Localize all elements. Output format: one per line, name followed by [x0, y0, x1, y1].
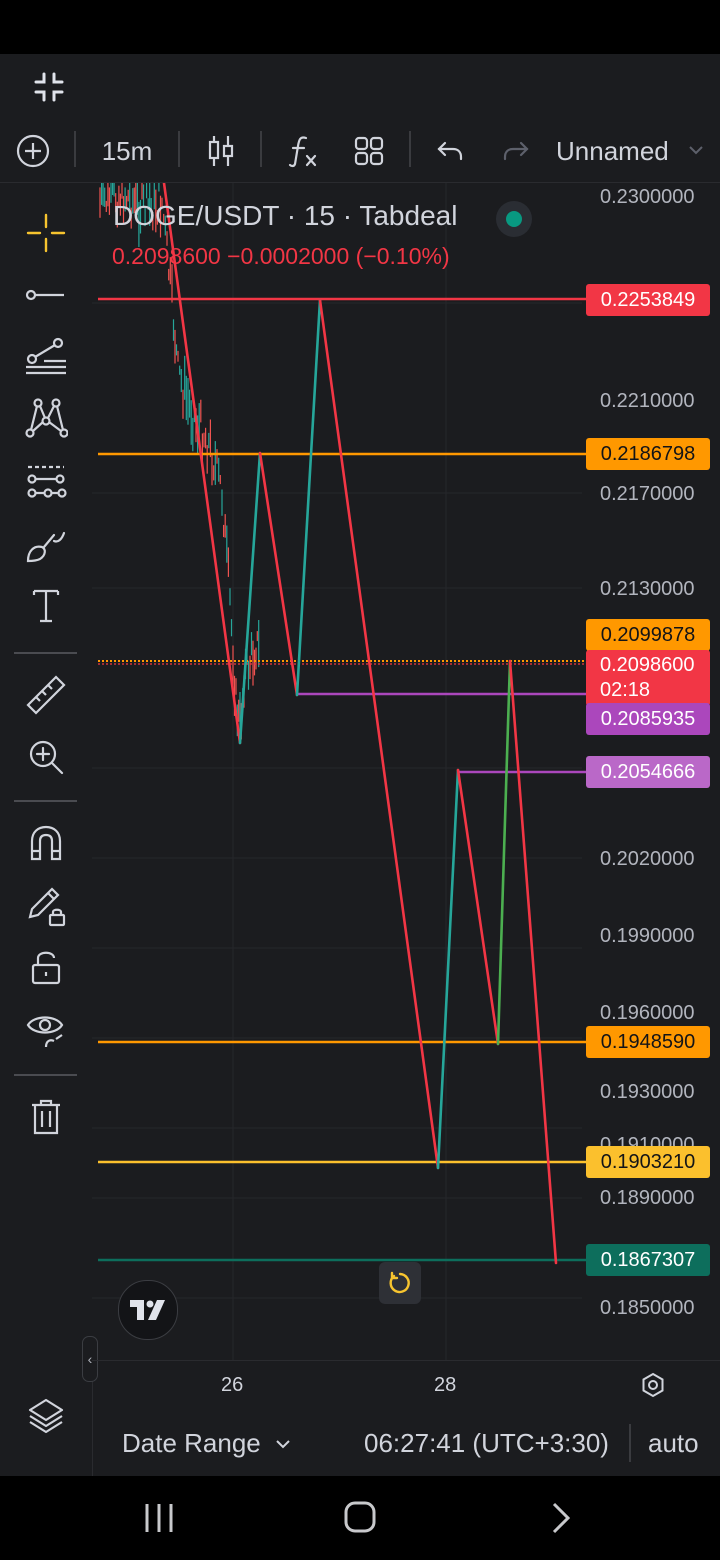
fib-retracement-icon[interactable] [18, 329, 74, 385]
date-range-label: Date Range [122, 1428, 261, 1458]
forecast-tool-icon[interactable] [18, 453, 74, 509]
y-tick: 0.2130000 [600, 578, 695, 600]
bottom-bar [0, 1412, 720, 1476]
toolbar-divider [178, 131, 180, 167]
y-tick: 0.2300000 [600, 186, 695, 208]
reset-chart-button[interactable] [379, 1262, 421, 1304]
unlock-icon[interactable] [18, 939, 74, 995]
undo-icon[interactable] [428, 120, 472, 182]
current-price-tag: 0.2098600 02:18 [586, 650, 710, 706]
y-tick: 0.1990000 [600, 925, 695, 947]
lock-drawings-icon[interactable] [18, 877, 74, 933]
back-icon[interactable] [550, 1502, 574, 1539]
status-dot-icon [506, 211, 522, 227]
bottom-divider [629, 1424, 631, 1462]
home-icon[interactable] [343, 1500, 377, 1539]
bar-countdown: 02:18 [600, 679, 651, 701]
chevron-down-icon [276, 1425, 290, 1455]
candles-icon[interactable] [196, 120, 246, 182]
ruler-icon[interactable] [18, 667, 74, 723]
add-symbol-icon[interactable] [12, 120, 54, 182]
toolbar-divider [74, 131, 76, 167]
toolbar-divider [14, 800, 77, 802]
y-tick: 0.1930000 [600, 1081, 695, 1103]
zigzag-drawing[interactable] [162, 183, 558, 1265]
y-tick: 0.2170000 [600, 483, 695, 505]
redo-icon[interactable] [494, 120, 538, 182]
trash-icon[interactable] [18, 1089, 74, 1145]
auto-scale-button[interactable]: auto [648, 1428, 699, 1459]
brush-icon[interactable] [18, 515, 74, 571]
interval-button[interactable]: 15m [90, 120, 164, 182]
visibility-icon[interactable] [18, 1001, 74, 1057]
price-tag-orange: 0.2186798 [586, 438, 710, 470]
recent-apps-icon[interactable] [143, 1502, 175, 1539]
magnet-icon[interactable] [18, 815, 74, 871]
trend-line-icon[interactable] [18, 267, 74, 323]
zoom-in-icon[interactable] [18, 729, 74, 785]
toolbar-divider [14, 1074, 77, 1076]
y-tick: 0.1890000 [600, 1187, 695, 1209]
status-bar [0, 0, 720, 54]
market-status-indicator[interactable] [496, 201, 532, 237]
y-tick: 0.2020000 [600, 848, 695, 870]
settings-gear-icon[interactable] [640, 1372, 666, 1403]
fullscreen-row [0, 54, 720, 120]
interval-label: 15m [101, 135, 153, 166]
timezone-clock[interactable]: 06:27:41 (UTC+3:30) [364, 1428, 609, 1459]
layout-name-button[interactable]: Unnamed [556, 120, 720, 182]
drawing-toolbar [0, 183, 93, 1476]
y-tick: 0.1850000 [600, 1297, 695, 1319]
templates-icon[interactable] [344, 120, 394, 182]
text-tool-icon[interactable] [18, 577, 74, 633]
price-tag-orange: 0.2099878 [586, 619, 710, 651]
symbol-legend[interactable]: DOGE/USDT · 15 · Tabdeal [113, 200, 457, 232]
price-change-legend: 0.2098600 −0.0002000 (−0.10%) [112, 243, 450, 269]
toolbar-divider [409, 131, 411, 167]
price-tag-purple: 0.2054666 [586, 756, 710, 788]
chevron-down-icon [689, 142, 703, 160]
y-tick: 0.2210000 [600, 390, 695, 412]
price-tag-red: 0.2253849 [586, 284, 710, 316]
toolbar-divider [14, 652, 77, 654]
price-tag-orange: 0.1948590 [586, 1026, 710, 1058]
pattern-tool-icon[interactable] [18, 391, 74, 447]
time-axis[interactable] [92, 1360, 720, 1411]
date-range-button[interactable]: Date Range [122, 1428, 290, 1459]
crosshair-icon[interactable] [18, 205, 74, 261]
x-tick: 28 [434, 1374, 457, 1396]
x-tick: 26 [221, 1374, 244, 1396]
layout-name-label: Unnamed [556, 135, 669, 166]
indicators-icon[interactable] [278, 120, 328, 182]
y-tick: 0.1960000 [600, 1002, 695, 1024]
price-tag-yellow: 0.1903210 [586, 1146, 710, 1178]
price-tag-green: 0.1867307 [586, 1244, 710, 1276]
price-tag-purple: 0.2085935 [586, 703, 710, 735]
toolbar-divider [260, 131, 262, 167]
current-price-value: 0.2098600 [600, 654, 695, 676]
tradingview-logo[interactable] [118, 1280, 178, 1340]
exit-fullscreen-icon[interactable] [34, 72, 64, 102]
system-nav-bar [0, 1476, 720, 1560]
top-toolbar: 15m Unnamed [0, 120, 720, 183]
